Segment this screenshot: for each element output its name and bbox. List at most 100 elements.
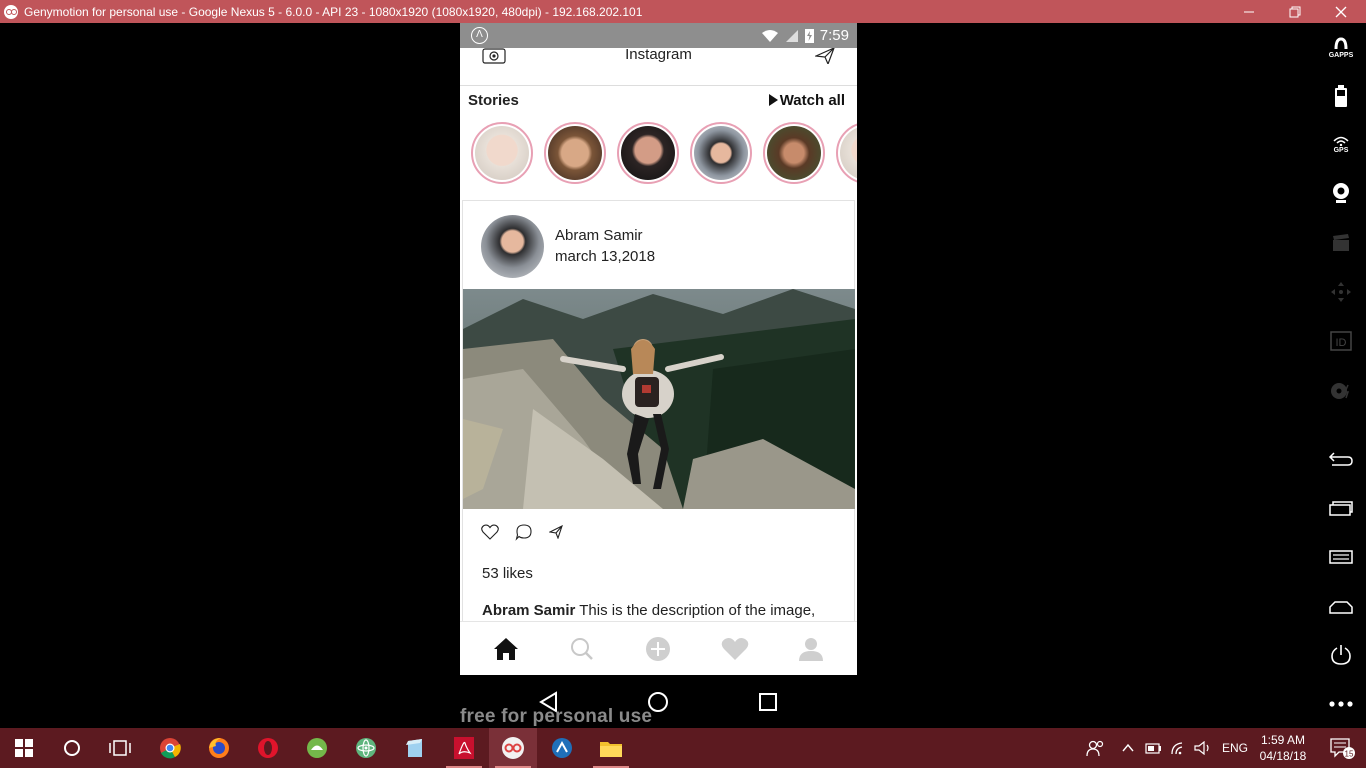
power-tool[interactable] [1324, 640, 1358, 670]
post-username[interactable]: Abram Samir [555, 227, 643, 244]
window-titlebar: Genymotion for personal use - Google Nex… [0, 0, 1366, 23]
story-avatar[interactable] [471, 122, 533, 184]
close-button[interactable] [1318, 0, 1364, 23]
notification-icon: Λ [471, 27, 488, 44]
watch-all-button[interactable]: Watch all [768, 92, 845, 109]
story-avatar[interactable] [617, 122, 679, 184]
gps-tool[interactable]: GPS [1324, 130, 1358, 160]
story-avatar[interactable] [690, 122, 752, 184]
webcam-tool[interactable] [1324, 178, 1358, 208]
menu-tool[interactable] [1324, 542, 1358, 572]
gapps-icon [1334, 37, 1348, 50]
identifiers-tool[interactable]: ID [1324, 326, 1358, 356]
story-face-6 [840, 126, 857, 180]
language-indicator[interactable]: ENG [1222, 741, 1248, 755]
volume-icon[interactable] [1194, 741, 1212, 755]
like-heart-icon[interactable] [481, 524, 499, 540]
remote-control-tool[interactable] [1324, 277, 1358, 307]
acrobat-app[interactable] [440, 728, 488, 768]
likes-count: 53 likes [482, 565, 533, 582]
story-avatar[interactable] [836, 122, 857, 184]
restore-button[interactable] [1272, 0, 1318, 23]
home-icon [494, 637, 519, 660]
android-studio-app[interactable] [293, 728, 341, 768]
taskbar-clock[interactable]: 1:59 AM 04/18/18 [1252, 732, 1314, 764]
window-title: Genymotion for personal use - Google Nex… [24, 4, 643, 19]
android-studio-icon [307, 738, 327, 758]
arduino-icon [552, 738, 572, 758]
tab-profile[interactable] [791, 629, 831, 669]
start-button[interactable] [0, 728, 48, 768]
share-icon[interactable] [549, 525, 563, 539]
minimize-button[interactable] [1226, 0, 1272, 23]
power-icon [1331, 645, 1351, 665]
battery-charging-icon [804, 29, 814, 43]
phone-screen: Λ 7:59 Instagram Stories Watch all Abram… [460, 23, 857, 675]
tab-activity[interactable] [715, 629, 755, 669]
watermark-text: free for personal use [460, 706, 653, 727]
story-face-1 [475, 126, 529, 180]
story-face-2 [548, 126, 602, 180]
search-icon [571, 637, 594, 660]
stories-label: Stories [468, 91, 519, 109]
android-back-tool[interactable] [1324, 444, 1358, 474]
tab-home[interactable] [486, 629, 526, 669]
chevron-up-icon[interactable] [1122, 743, 1134, 753]
more-tool[interactable] [1324, 689, 1358, 719]
minimize-icon [1244, 11, 1254, 12]
opera-app[interactable] [244, 728, 292, 768]
disk-io-tool[interactable] [1324, 376, 1358, 406]
opera-icon [258, 738, 278, 758]
menu-icon [1329, 550, 1353, 564]
app-title: Instagram [625, 46, 692, 63]
recent-apps-tool[interactable] [1324, 493, 1358, 523]
system-tray: ENG [1086, 728, 1248, 768]
acrobat-icon [454, 737, 474, 759]
activity-heart-icon [721, 637, 748, 660]
restore-icon [1289, 6, 1301, 17]
chrome-icon [160, 738, 181, 759]
hiking-photo [463, 289, 855, 509]
taskbar-time: 1:59 AM [1260, 733, 1306, 747]
cortana-button[interactable] [48, 728, 96, 768]
windows-logo-icon [15, 739, 33, 757]
file-explorer-app[interactable] [587, 728, 635, 768]
stories-list [470, 122, 857, 186]
recents-button[interactable] [753, 689, 783, 715]
notes-app[interactable] [391, 728, 439, 768]
android-home-tool[interactable] [1324, 592, 1358, 622]
profile-icon [798, 637, 823, 661]
gapps-tool[interactable]: GAPPS [1324, 33, 1358, 63]
bottom-tab-bar [460, 621, 857, 675]
genymotion-icon [502, 737, 524, 759]
wifi-tray-icon[interactable] [1170, 741, 1188, 755]
atom-app[interactable] [342, 728, 390, 768]
tab-search[interactable] [562, 629, 602, 669]
more-dots-icon [1329, 701, 1353, 707]
post-image[interactable] [463, 289, 855, 509]
battery-tray-icon[interactable] [1144, 741, 1162, 755]
notification-count: 15 [1345, 750, 1354, 759]
chrome-app[interactable] [146, 728, 194, 768]
screencast-tool[interactable] [1324, 228, 1358, 258]
gps-signal-icon [1333, 136, 1349, 146]
direct-message-icon[interactable] [815, 48, 835, 64]
story-avatar[interactable] [544, 122, 606, 184]
genymotion-app[interactable] [489, 728, 537, 768]
taskbar-date: 04/18/18 [1259, 749, 1307, 763]
webcam-icon [1333, 183, 1349, 203]
arduino-app[interactable] [538, 728, 586, 768]
story-avatar[interactable] [763, 122, 825, 184]
action-center-button[interactable]: 15 [1318, 728, 1366, 768]
home-outline-icon [1329, 601, 1353, 614]
task-view-button[interactable] [96, 728, 144, 768]
notifications-icon: 15 [1330, 738, 1355, 759]
post-avatar[interactable] [481, 215, 544, 278]
description-username[interactable]: Abram Samir [482, 602, 575, 619]
people-icon[interactable] [1086, 739, 1106, 757]
tab-add[interactable] [638, 629, 678, 669]
firefox-app[interactable] [195, 728, 243, 768]
battery-tool[interactable] [1324, 81, 1358, 111]
comment-icon[interactable] [515, 523, 533, 541]
stories-header: Stories Watch all [468, 90, 845, 110]
